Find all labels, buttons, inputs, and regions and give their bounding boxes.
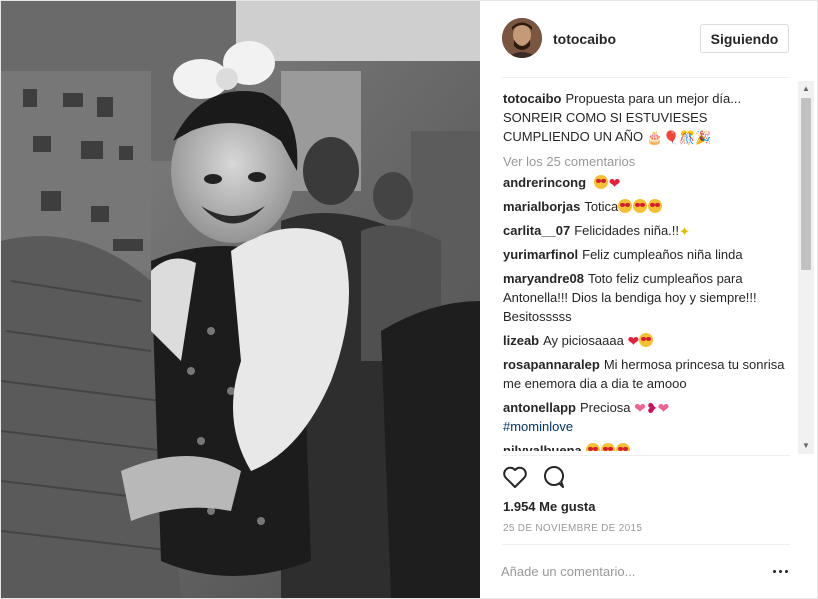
heart-emoji-icon: ❤ [627, 333, 640, 349]
heart-eyes-emoji-icon [633, 199, 648, 213]
comment-username[interactable]: marialborjas [503, 199, 580, 214]
pink-heart-emoji-icon: ❤ [657, 400, 670, 416]
likes-count[interactable]: 1.954 Me gusta [503, 499, 596, 514]
view-all-comments-link[interactable]: Ver los 25 comentarios [503, 152, 795, 171]
comment-row: rosapannaralep Mi hermosa princesa tu son… [503, 355, 795, 393]
comment-row: maryandre08 Toto feliz cumpleaños para An… [503, 269, 795, 326]
scroll-down-arrow-icon[interactable]: ▼ [798, 438, 814, 454]
heart-eyes-emoji-icon [615, 443, 630, 451]
comment-username[interactable]: antonellapp [503, 400, 576, 415]
heart-emoji-icon: ❤ [608, 175, 621, 191]
comment-row: nilyvalbuena [503, 441, 795, 451]
hashtag-link[interactable]: #mominlove [503, 419, 573, 434]
heart-eyes-emoji-icon [618, 199, 633, 213]
heart-eyes-emoji-icon [648, 199, 663, 213]
more-options-icon[interactable] [772, 560, 792, 580]
scroll-up-arrow-icon[interactable]: ▲ [798, 81, 814, 97]
heart-eyes-emoji-icon [593, 175, 608, 189]
post-photo[interactable] [1, 1, 480, 598]
comment-username[interactable]: rosapannaralep [503, 357, 600, 372]
comment-username[interactable]: lizeab [503, 333, 539, 348]
comment-text: Felicidades niña.!! [574, 223, 680, 238]
kiss-emoji-icon: ❥ [645, 400, 658, 416]
header-username[interactable]: totocaibo [553, 31, 616, 47]
comment-text: Feliz cumpleaños niña linda [582, 247, 743, 262]
caption-username[interactable]: totocaibo [503, 91, 562, 106]
scrollbar-thumb[interactable] [801, 98, 811, 270]
pink-heart-emoji-icon: ❤ [634, 400, 646, 416]
heart-eyes-emoji-icon [639, 333, 654, 347]
comment-bubble-icon[interactable] [540, 463, 568, 491]
comment-row: lizeab Ay piciosaaaa ❤ [503, 331, 795, 350]
comment-username[interactable]: maryandre08 [503, 271, 584, 286]
comment-username[interactable]: andrerincong [503, 175, 586, 190]
comment-row: carlita__07 Felicidades niña.!!✦ [503, 221, 795, 240]
avatar[interactable] [502, 18, 542, 58]
comment-username[interactable]: nilyvalbuena [503, 443, 582, 451]
comment-username[interactable]: yurimarfinol [503, 247, 578, 262]
caption: totocaibo Propuesta para un mejor día... … [503, 89, 795, 146]
heart-eyes-emoji-icon [600, 443, 615, 451]
post-header: totocaibo Siguiendo [481, 0, 817, 78]
following-button[interactable]: Siguiendo [700, 24, 789, 53]
heart-eyes-emoji-icon [585, 443, 600, 451]
comment-text: Ay piciosaaaa [543, 333, 624, 348]
sparkles-emoji-icon: ✦ [679, 224, 690, 239]
comment-text: Preciosa [579, 400, 631, 415]
actions-divider [502, 455, 790, 456]
comment-row: marialborjas Totica [503, 197, 795, 216]
header-divider [502, 77, 790, 78]
comments-scrollbar[interactable]: ▲ ▼ [798, 81, 814, 454]
comment-row: yurimarfinol Feliz cumpleaños niña linda [503, 245, 795, 264]
comments-list: totocaibo Propuesta para un mejor día... … [503, 89, 795, 451]
like-heart-icon[interactable] [501, 463, 529, 491]
post-side-panel: totocaibo Siguiendo totocaibo Propuesta p… [481, 0, 817, 599]
add-comment-input[interactable] [501, 560, 741, 582]
comment-text: Totica [584, 199, 619, 214]
comment-row: andrerincong ❤ [503, 173, 795, 192]
comment-username[interactable]: carlita__07 [503, 223, 570, 238]
post-date: 25 DE NOVIEMBRE DE 2015 [503, 523, 643, 534]
caption-emoji: 🎂🎈🎊🎉 [646, 130, 712, 145]
comment-box-divider [502, 544, 790, 545]
comment-row: antonellapp Preciosa ❤❥❤ #mominlove [503, 398, 795, 436]
